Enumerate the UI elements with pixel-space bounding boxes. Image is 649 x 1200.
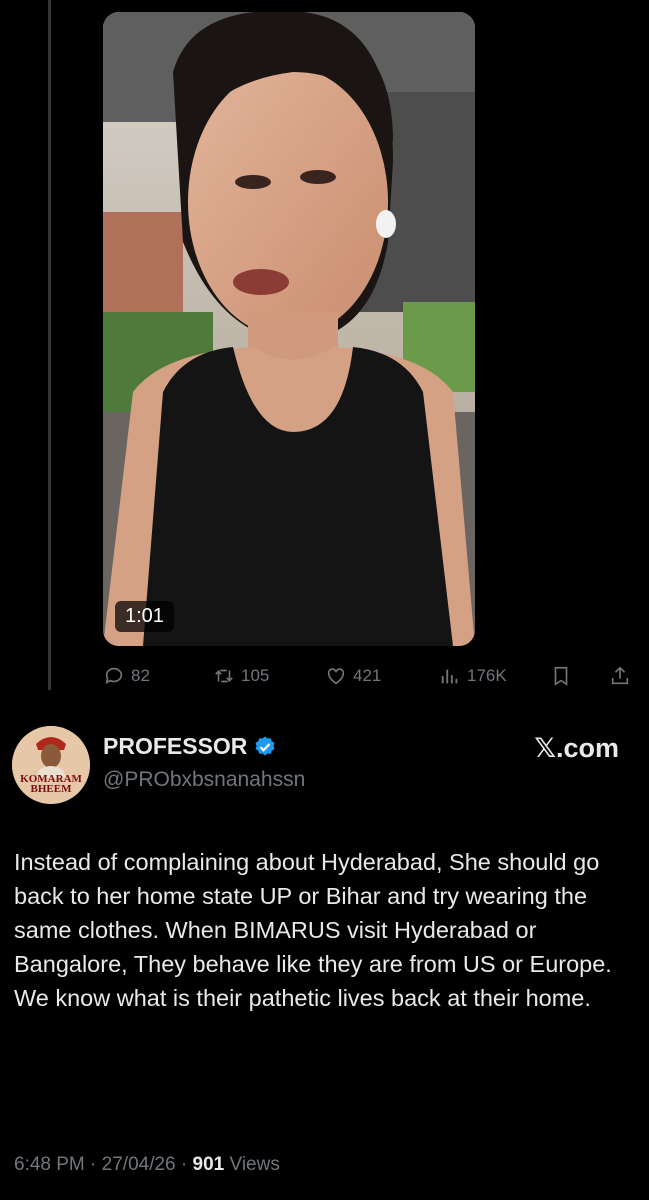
author-name-row: PROFESSOR bbox=[103, 733, 277, 760]
video-player[interactable]: 1:01 bbox=[103, 12, 475, 646]
meta-separator: · bbox=[90, 1154, 102, 1175]
video-duration: 1:01 bbox=[115, 601, 174, 632]
display-name[interactable]: PROFESSOR bbox=[103, 733, 247, 760]
share-icon bbox=[611, 666, 629, 685]
repost-button[interactable]: 105 bbox=[213, 665, 269, 687]
repost-icon bbox=[215, 669, 233, 683]
bookmark-button[interactable] bbox=[550, 665, 572, 687]
tweet-text: Instead of complaining about Hyderabad, … bbox=[14, 849, 612, 1011]
views-icon bbox=[441, 669, 458, 684]
reply-button[interactable]: 82 bbox=[103, 665, 150, 687]
bookmark-icon bbox=[554, 666, 568, 686]
tweet-actions-bar: 82 105 421 176K bbox=[103, 656, 635, 696]
like-button[interactable]: 421 bbox=[325, 665, 381, 687]
thread-connector-line bbox=[48, 0, 51, 690]
share-button[interactable] bbox=[609, 665, 631, 687]
tweet-views-count: 901 bbox=[192, 1154, 225, 1175]
verified-icon bbox=[255, 736, 275, 755]
reply-icon bbox=[105, 667, 123, 684]
tweet-views-label: Views bbox=[229, 1154, 280, 1175]
tweet-meta: 6:48 PM · 27/04/26 · 901 Views bbox=[14, 1154, 280, 1176]
meta-separator: · bbox=[180, 1154, 193, 1175]
views-count: 176K bbox=[467, 666, 507, 685]
like-count: 421 bbox=[353, 666, 382, 685]
video-frame bbox=[103, 12, 475, 646]
reply-count: 82 bbox=[131, 666, 150, 685]
avatar[interactable]: KOMARAM BHEEM bbox=[12, 726, 90, 804]
author-handle[interactable]: @PRObxbsnanahssn bbox=[103, 768, 305, 792]
repost-count: 105 bbox=[241, 666, 270, 685]
avatar-caption: KOMARAM BHEEM bbox=[20, 773, 82, 795]
like-icon bbox=[327, 668, 345, 685]
views-button[interactable]: 176K bbox=[439, 665, 507, 687]
tweet-time[interactable]: 6:48 PM bbox=[14, 1154, 85, 1175]
x-com-logo: 𝕏.com bbox=[534, 733, 619, 763]
tweet-date[interactable]: 27/04/26 bbox=[102, 1154, 176, 1175]
